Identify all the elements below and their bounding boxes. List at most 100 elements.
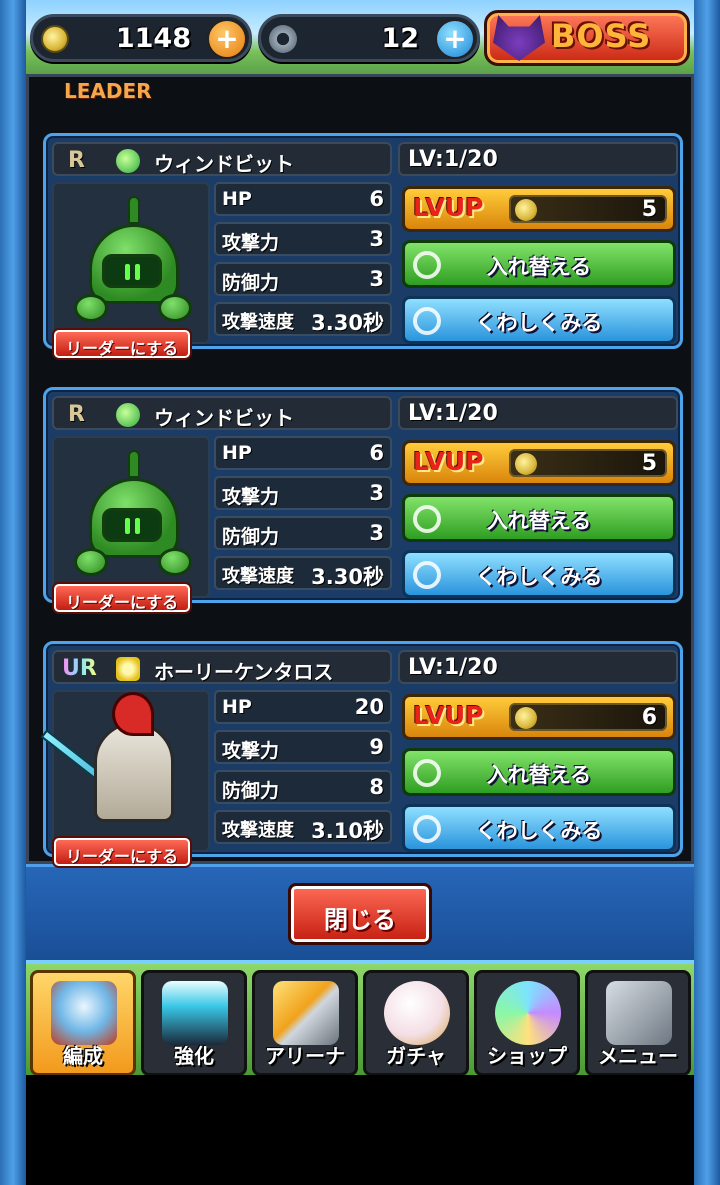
boss-label: BOSS [551, 17, 652, 55]
stat-label: HP [222, 442, 252, 464]
lvup-cost-value: 6 [641, 705, 657, 730]
stat-value: 8 [369, 775, 384, 799]
close-button[interactable]: 閉じる [288, 883, 432, 945]
letterbox-bottom [26, 1075, 694, 1185]
leader-header-text: LEADER [64, 83, 152, 99]
coin-counter: 1148 + [30, 14, 252, 62]
gacha-capsule-icon [384, 981, 450, 1045]
tab-enhance[interactable]: 強化 [141, 970, 247, 1076]
rarity-badge: R [68, 402, 85, 427]
lvup-label: LVUP [413, 193, 484, 222]
bottom-tab-bar: 編成 強化 アリーナ ガチャ ショップ メニュー [26, 960, 694, 1076]
swap-label: 入れ替える [486, 509, 592, 533]
coin-icon [515, 199, 537, 221]
lvup-label: LVUP [413, 701, 484, 730]
stat-hp: HP 6 [214, 436, 392, 470]
stat-value: 9 [369, 735, 384, 759]
gear-counter: 12 + [258, 14, 480, 62]
stat-label: HP [222, 696, 252, 718]
robot-leg-left [74, 548, 108, 576]
level-bar: LV:1/20 [398, 396, 678, 430]
holy-element-icon [116, 657, 140, 681]
stat-label: 防御力 [222, 526, 280, 548]
swap-label: 入れ替える [486, 255, 592, 279]
stat-label: 防御力 [222, 780, 280, 802]
add-gears-button[interactable]: + [435, 19, 475, 59]
set-leader-button[interactable]: リーダーにする [54, 838, 190, 866]
stat-attack: 攻撃力 3 [214, 476, 392, 510]
stat-value: 3 [369, 267, 384, 291]
lvup-cost-value: 5 [641, 451, 657, 476]
wind-element-icon [116, 149, 140, 173]
robot-leg-left [74, 294, 108, 322]
tab-arena[interactable]: アリーナ [252, 970, 358, 1076]
tab-menu[interactable]: メニュー [585, 970, 691, 1076]
rarity-badge: UR [62, 656, 97, 681]
details-button[interactable]: くわしくみる [402, 550, 676, 598]
left-frame [0, 0, 26, 1185]
lvup-cost: 6 [509, 703, 667, 731]
stat-label: 攻撃速度 [222, 312, 294, 333]
level-bar: LV:1/20 [398, 650, 678, 684]
details-button[interactable]: くわしくみる [402, 804, 676, 852]
coin-icon [41, 25, 69, 53]
stat-value: 6 [369, 187, 384, 211]
details-button[interactable]: くわしくみる [402, 296, 676, 344]
stat-attack-speed: 攻撃速度 3.30秒 [214, 302, 392, 336]
unit-portrait[interactable] [52, 436, 210, 598]
tab-gacha[interactable]: ガチャ [363, 970, 469, 1076]
stat-value: 3.10秒 [311, 819, 384, 843]
add-coins-button[interactable]: + [207, 19, 247, 59]
stat-value: 6 [369, 441, 384, 465]
coin-amount: 1148 [115, 23, 191, 54]
stat-defense: 防御力 8 [214, 770, 392, 804]
stat-label: 攻撃速度 [222, 820, 294, 841]
lvup-cost: 5 [509, 449, 667, 477]
unit-card: R ウィンドビット LV:1/20 リーダーにする HP 6 攻撃力 3 防御力 3 … [43, 133, 683, 358]
stat-value: 3.30秒 [311, 311, 384, 335]
set-leader-button[interactable]: リーダーにする [54, 330, 190, 358]
lvup-button[interactable]: LVUP 5 [402, 186, 676, 232]
tab-formation[interactable]: 編成 [30, 970, 136, 1076]
unit-name-bar: R ウィンドビット [52, 396, 392, 430]
coin-icon [515, 453, 537, 475]
tab-shop[interactable]: ショップ [474, 970, 580, 1076]
unit-name: ウィンドビット [154, 406, 294, 430]
lvup-cost-value: 5 [641, 197, 657, 222]
stat-label: 攻撃速度 [222, 566, 294, 587]
unit-card: R ウィンドビット LV:1/20 リーダーにする HP 6 攻撃力 3 防御力 3 … [43, 387, 683, 612]
set-leader-label: リーダーにする [66, 847, 179, 866]
stat-defense: 防御力 3 [214, 262, 392, 296]
swap-button[interactable]: 入れ替える [402, 494, 676, 542]
gear-icon [269, 25, 297, 53]
swap-button[interactable]: 入れ替える [402, 240, 676, 288]
tab-label: メニュー [598, 1044, 678, 1068]
lvup-button[interactable]: LVUP 6 [402, 694, 676, 740]
boss-button[interactable]: BOSS [484, 10, 690, 66]
tab-label: 編成 [63, 1044, 103, 1068]
robot-visor [102, 254, 162, 288]
gear-amount: 12 [381, 23, 419, 54]
wind-element-icon [116, 403, 140, 427]
stat-defense: 防御力 3 [214, 516, 392, 550]
unit-portrait[interactable] [52, 182, 210, 344]
details-label: くわしくみる [475, 565, 603, 589]
unit-card: UR ホーリーケンタロス LV:1/20 リーダーにする HP 20 攻撃力 9 防… [40, 641, 683, 866]
lvup-button[interactable]: LVUP 5 [402, 440, 676, 486]
stat-label: 攻撃力 [222, 740, 280, 762]
set-leader-label: リーダーにする [66, 593, 179, 612]
unit-name: ウィンドビット [154, 152, 294, 176]
stat-label: 防御力 [222, 272, 280, 294]
lvup-cost: 5 [509, 195, 667, 223]
stat-attack-speed: 攻撃速度 3.10秒 [214, 810, 392, 844]
unit-name: ホーリーケンタロス [154, 660, 334, 684]
unit-portrait[interactable] [40, 690, 210, 852]
stat-label: HP [222, 188, 252, 210]
shop-gear-icon [495, 981, 561, 1045]
set-leader-button[interactable]: リーダーにする [54, 584, 190, 612]
stat-value: 3.30秒 [311, 565, 384, 589]
stat-value: 20 [354, 695, 384, 719]
arena-swords-icon [273, 981, 339, 1045]
swap-button[interactable]: 入れ替える [402, 748, 676, 796]
game-screen: 1148 + 12 + BOSS LEADER R ウィンドビット LV:1/2… [0, 0, 720, 1185]
